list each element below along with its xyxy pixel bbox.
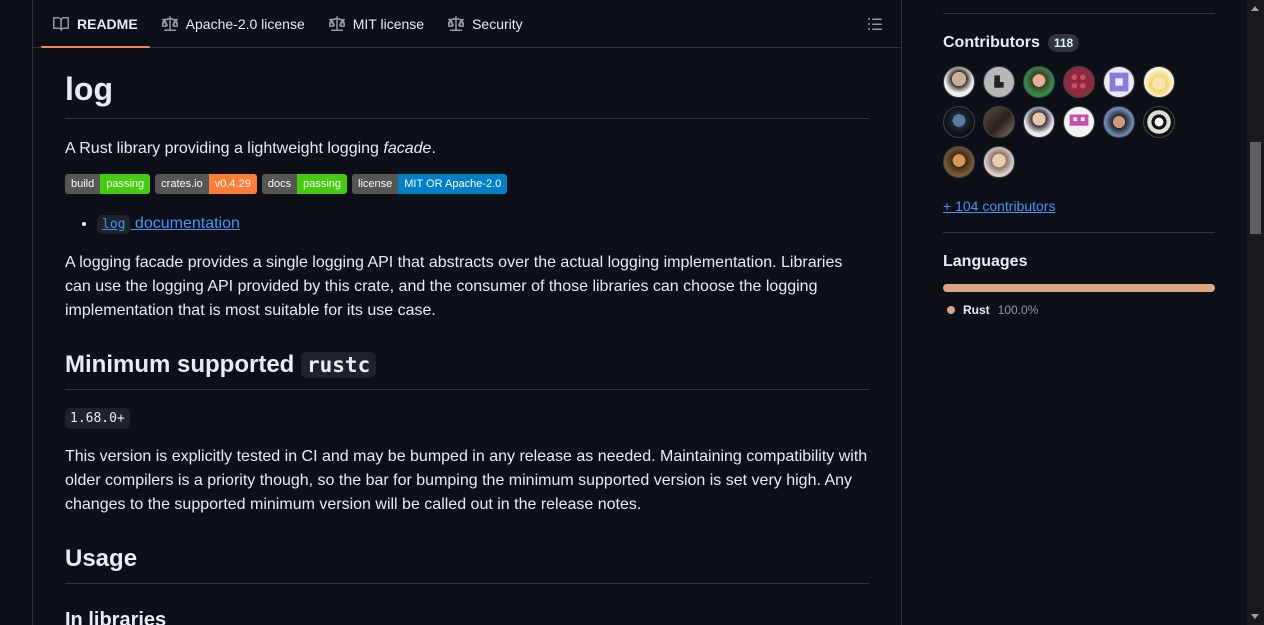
readme-tabs: README Apache-2.0 license MIT license Se… — [33, 0, 901, 48]
avatar[interactable] — [1103, 66, 1135, 98]
readme-panel: README Apache-2.0 license MIT license Se… — [32, 0, 902, 625]
avatar[interactable] — [1143, 66, 1175, 98]
avatar[interactable] — [1063, 66, 1095, 98]
divider — [943, 13, 1215, 14]
documentation-link[interactable]: log documentation — [97, 215, 240, 234]
docs-badge[interactable]: docs passing — [261, 174, 348, 194]
msrv-paragraph: This version is explicitly tested in CI … — [65, 448, 868, 513]
scale-icon — [328, 15, 345, 31]
contributors-count: 118 — [1047, 34, 1080, 52]
avatar[interactable] — [1063, 106, 1095, 138]
list-unordered-icon — [868, 18, 882, 30]
language-name: Rust — [963, 303, 990, 317]
build-badge[interactable]: build passing — [65, 174, 151, 194]
license-badge[interactable]: license MIT OR Apache-2.0 — [352, 174, 508, 194]
scale-icon — [161, 15, 178, 31]
msrv-heading-code: rustc — [301, 352, 377, 378]
avatar-icon — [1109, 72, 1129, 92]
badge-value: passing — [297, 174, 348, 194]
language-color-dot — [947, 306, 955, 314]
page-title: log — [65, 70, 869, 119]
tab-apache-license[interactable]: Apache-2.0 license — [150, 0, 317, 47]
tab-readme[interactable]: README — [41, 0, 150, 48]
libraries-heading: In libraries — [65, 609, 167, 625]
scrollbar-thumb[interactable] — [1250, 142, 1261, 234]
tab-mit-label: MIT license — [352, 15, 425, 32]
badge-label: docs — [261, 174, 298, 194]
msrv-version: 1.68.0+ — [65, 408, 130, 429]
msrv-heading: Minimum supported rustc — [65, 349, 869, 390]
avatar[interactable] — [943, 66, 975, 98]
avatar[interactable] — [943, 146, 975, 178]
avatar[interactable] — [1143, 106, 1175, 138]
avatar[interactable] — [983, 66, 1015, 98]
tab-mit-license[interactable]: MIT license — [317, 0, 436, 47]
avatar-icon — [994, 75, 1004, 88]
book-icon — [53, 16, 69, 31]
readme-lead: A Rust library providing a lightweight l… — [65, 137, 869, 161]
avatar[interactable] — [943, 106, 975, 138]
badge-value: MIT OR Apache-2.0 — [398, 174, 508, 194]
badge-label: crates.io — [155, 174, 209, 194]
badge-label: license — [352, 174, 399, 194]
lead-emphasis: facade — [383, 140, 432, 157]
intro-paragraph: A logging facade provides a single loggi… — [65, 254, 843, 319]
more-contributors-link[interactable]: + 104 contributors — [943, 198, 1055, 214]
tab-apache-label: Apache-2.0 license — [185, 15, 305, 32]
avatar[interactable] — [1023, 106, 1055, 138]
doc-list: log documentation — [65, 212, 869, 237]
tab-security[interactable]: Security — [436, 0, 535, 47]
languages-title: Languages — [943, 253, 1028, 270]
avatar[interactable] — [1023, 66, 1055, 98]
badge-label: build — [65, 174, 101, 194]
badge-row: build passing crates.io v0.4.29 docs pas… — [65, 174, 869, 194]
tab-readme-label: README — [77, 15, 138, 32]
badge-value: passing — [100, 174, 151, 194]
lead-text: A Rust library providing a lightweight l… — [65, 140, 384, 157]
language-item-rust[interactable]: Rust 100.0% — [943, 303, 1215, 317]
contributors-heading: Contributors 118 — [943, 34, 1215, 52]
list-item: log documentation — [97, 212, 869, 237]
badge-value: v0.4.29 — [208, 174, 257, 194]
divider — [943, 232, 1215, 233]
languages-heading: Languages — [943, 253, 1215, 271]
doc-link-code: log — [97, 215, 131, 234]
msrv-heading-text: Minimum supported — [65, 351, 301, 378]
msrv-version-wrap: 1.68.0+ — [65, 408, 869, 429]
language-bar — [943, 284, 1215, 292]
scrollbar[interactable] — [1247, 0, 1264, 625]
usage-heading: Usage — [65, 543, 869, 584]
scale-icon — [448, 15, 465, 31]
crates-badge[interactable]: crates.io v0.4.29 — [155, 174, 257, 194]
scroll-up-icon[interactable] — [1251, 6, 1259, 11]
outline-button[interactable] — [865, 14, 885, 34]
readme-content: log A Rust library providing a lightweig… — [33, 70, 901, 625]
language-percent: 100.0% — [997, 303, 1039, 317]
avatar[interactable] — [983, 146, 1015, 178]
lead-suffix: . — [431, 140, 436, 157]
avatar-icon — [1069, 114, 1089, 126]
avatar-icon — [1071, 74, 1086, 89]
doc-link-text: documentation — [130, 215, 240, 232]
avatar[interactable] — [1103, 106, 1135, 138]
scroll-down-icon[interactable] — [1251, 614, 1259, 619]
sidebar: Contributors 118 + 104 contributors Lang… — [943, 0, 1215, 317]
contributor-avatars — [943, 66, 1193, 178]
avatar[interactable] — [983, 106, 1015, 138]
contributors-title[interactable]: Contributors — [943, 34, 1040, 52]
tab-security-label: Security — [472, 15, 523, 32]
